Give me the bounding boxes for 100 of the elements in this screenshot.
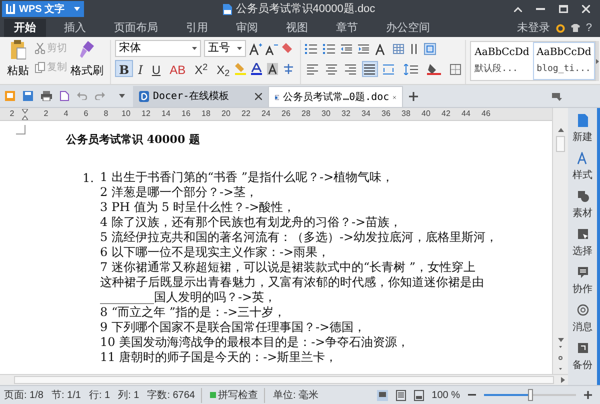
horizontal-scrollbar[interactable]: [0, 374, 568, 385]
menu-tab[interactable]: 开始: [4, 19, 46, 37]
help-button[interactable]: ?: [586, 20, 592, 36]
side-panel-button[interactable]: 协作: [572, 266, 592, 297]
menu-tab[interactable]: 视图: [276, 19, 318, 37]
indent-marker-icon[interactable]: [22, 108, 28, 120]
menu-tab[interactable]: 审阅: [226, 19, 268, 37]
format-button[interactable]: I: [134, 60, 147, 77]
format-button[interactable]: X$^{2}$: [190, 60, 212, 77]
close-icon[interactable]: [393, 94, 396, 100]
document-heading: 公务员考试常识 40000 题: [66, 132, 201, 148]
paste-button[interactable]: 粘贴: [4, 40, 32, 84]
style-preset[interactable]: AaBbCcDd 默认段...: [470, 42, 533, 80]
shaded-letter-icon[interactable]: [266, 62, 278, 74]
format-button[interactable]: B: [115, 60, 134, 77]
decrease-indent-icon[interactable]: [340, 44, 352, 54]
docer-logo-icon: [139, 91, 149, 102]
format-painter-button[interactable]: 格式刷: [70, 40, 104, 84]
maximize-icon[interactable]: [559, 5, 568, 13]
slider-thumb[interactable]: [528, 389, 533, 401]
close-icon[interactable]: [255, 93, 262, 100]
paragraph-line: 这种裙子后既显示出青春魅力，又富有浓郁的时代感，你知道迷你裙是由: [100, 275, 485, 290]
menu-tab[interactable]: 插入: [54, 19, 96, 37]
borders-icon[interactable]: [450, 64, 461, 74]
grow-font-icon[interactable]: [249, 42, 262, 54]
scroll-down-icon[interactable]: [558, 338, 564, 342]
page-view-icon[interactable]: [376, 390, 388, 400]
scroll-right-icon[interactable]: [561, 377, 565, 383]
scroll-up-icon[interactable]: [558, 128, 564, 132]
app-menu-button[interactable]: WPS 文字: [2, 1, 84, 17]
paragraph-line: 8 “而立之年 ”指的是：->三十岁，: [100, 305, 287, 320]
document-tab[interactable]: Docer-在线模板: [133, 86, 268, 107]
side-panel-button[interactable]: 新建: [572, 114, 592, 145]
printer-icon[interactable]: [41, 91, 52, 101]
browse-object-icon[interactable]: [558, 346, 563, 370]
dropdown-caret-icon: [192, 47, 197, 50]
add-tab-icon[interactable]: [409, 92, 418, 101]
side-panel-button[interactable]: 素材: [572, 190, 592, 221]
numbered-list-icon[interactable]: [322, 44, 335, 54]
clipboard-icon: [10, 40, 26, 60]
shrink-font-icon[interactable]: [265, 42, 278, 54]
format-button[interactable]: U: [148, 60, 165, 77]
paragraph-line: _________国人发明的吗？->英，: [100, 290, 278, 305]
new-document-icon: [576, 114, 588, 127]
window-title: 公务员考试常识40000题.doc: [236, 2, 376, 17]
document-icon: [222, 4, 232, 14]
paragraph-line: 10 美国发动海湾战争的最根本目的是：->争夺石油资源，: [100, 335, 410, 350]
table-grid-icon[interactable]: [392, 44, 404, 54]
side-panel-button[interactable]: 选择: [572, 228, 592, 259]
collapse-ribbon-icon[interactable]: [514, 6, 522, 12]
side-panel-button[interactable]: 消息: [572, 304, 592, 335]
list-number: 1.: [82, 170, 95, 187]
document-tab[interactable]: 公务员考试常…0题.doc: [268, 86, 403, 107]
comment-icon: [576, 266, 588, 279]
increase-indent-icon[interactable]: [358, 44, 369, 54]
zoom-slider[interactable]: [484, 389, 576, 401]
backup-icon: [576, 342, 588, 355]
shading-icon[interactable]: [426, 63, 441, 75]
paragraph-line: 1 出生于书香门第的“书香 ”是指什么呢？->植物气味，: [100, 170, 395, 185]
side-panel-button[interactable]: 备份: [572, 342, 592, 373]
gallery-expand-button[interactable]: [596, 41, 599, 81]
outline-view-icon[interactable]: [396, 390, 406, 400]
dropdown-caret-icon[interactable]: [119, 94, 125, 98]
status-field: 列: 1: [118, 388, 140, 402]
status-field: 页面: 1/8: [4, 388, 44, 402]
side-panel-button[interactable]: 样式: [572, 152, 592, 183]
menu-tab[interactable]: 办公空间: [376, 19, 440, 37]
scroll-thumb[interactable]: [14, 376, 554, 384]
print-preview-icon[interactable]: [60, 91, 69, 101]
zoom-level: 100 %: [432, 388, 460, 402]
shirt-icon[interactable]: [570, 24, 580, 32]
dropdown-caret-icon: [237, 47, 242, 50]
menu-tab[interactable]: 页面布局: [104, 19, 168, 37]
save-icon[interactable]: [23, 91, 33, 101]
status-field: 字数: 6764: [147, 388, 202, 402]
selection-icon: [576, 228, 588, 241]
ruler: 2 2 4 6 8 10 12 14 16 18 20 22 24 26 28 30 32 34 36 38 40 42 44 46: [0, 108, 552, 121]
paragraph-line: 3 PH 值为 5 时呈什么性？->酸性，: [100, 200, 296, 215]
font-size-field[interactable]: 五号: [204, 40, 246, 57]
bullet-list-icon[interactable]: [304, 44, 317, 54]
scroll-thumb[interactable]: [556, 136, 565, 152]
line-spacing-icon[interactable]: [404, 64, 418, 74]
font-color-icon[interactable]: [250, 62, 262, 74]
paragraph-line: 7 迷你裙通常又称超短裙，可以说是裙装款式中的“长青树 ”，女性穿上: [100, 260, 477, 275]
zoom-in-icon[interactable]: [584, 391, 592, 399]
menu-tab[interactable]: 章节: [326, 19, 368, 37]
menu-tab[interactable]: 引用: [176, 19, 218, 37]
font-name-field[interactable]: 宋体: [115, 40, 201, 57]
format-button[interactable]: AB: [166, 60, 190, 77]
spell-check-toggle[interactable]: 拼写检查: [210, 388, 265, 402]
format-button[interactable]: X$_{2}$: [212, 60, 234, 77]
paragraph-line: 11 唐朝时的师子国是今天的：->斯里兰卡，: [100, 350, 338, 365]
scissors-icon: [35, 43, 45, 54]
style-preset[interactable]: AaBbCcDd blog_ti...: [532, 42, 595, 80]
paragraph-line: 2 洋葱是哪一个部分？->茎，: [100, 185, 259, 200]
login-link[interactable]: 未登录: [516, 20, 550, 36]
vertical-scrollbar[interactable]: [552, 108, 568, 374]
justify-button[interactable]: [362, 61, 378, 77]
web-view-icon[interactable]: [414, 390, 424, 400]
tab-list-icon[interactable]: [552, 93, 562, 101]
